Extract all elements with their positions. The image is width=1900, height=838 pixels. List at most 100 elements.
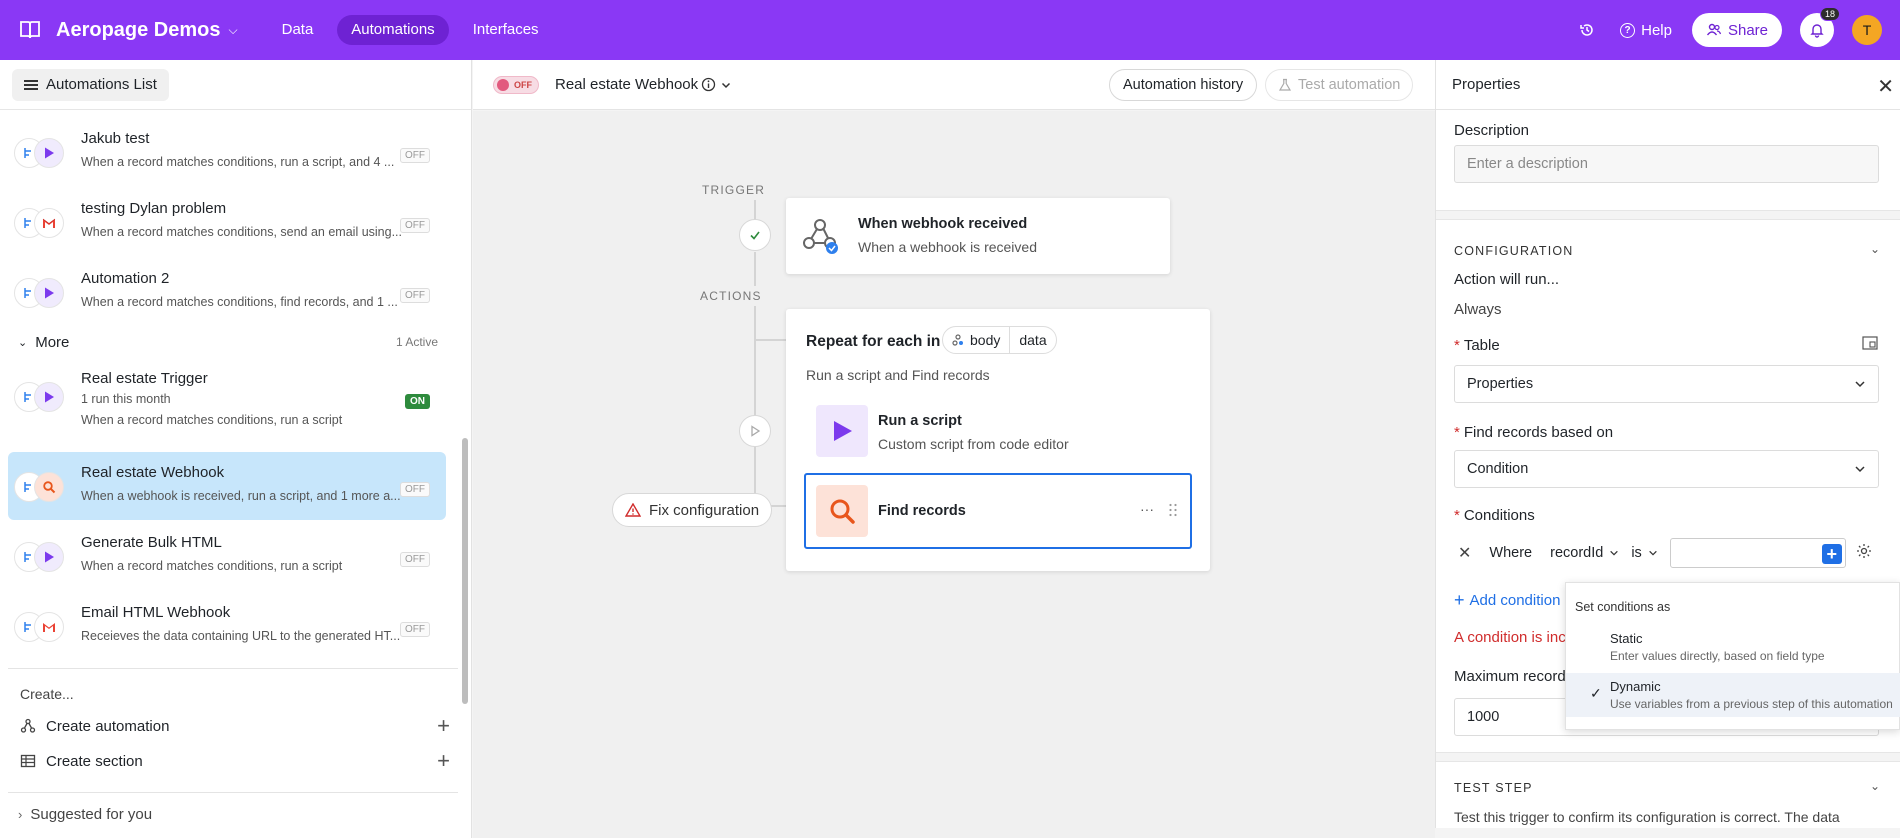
fix-configuration-button[interactable]: Fix configuration <box>612 493 773 527</box>
gear-icon[interactable] <box>1856 543 1872 563</box>
status-badge: OFF <box>400 148 430 163</box>
automation-info-menu[interactable] <box>701 77 732 92</box>
automation-item[interactable]: testing Dylan problem When a record matc… <box>8 188 446 256</box>
nav-interfaces[interactable]: Interfaces <box>459 15 553 45</box>
pill-body-label: body <box>970 332 1001 348</box>
chevron-right-icon: › <box>18 807 23 822</box>
brand[interactable]: Aeropage Demos ⌵ <box>18 18 238 42</box>
automation-toggle[interactable]: OFF <box>493 76 539 94</box>
condition-row: ✕ Where recordId is + <box>1454 536 1884 570</box>
suggested-for-you-toggle[interactable]: › Suggested for you <box>18 806 152 823</box>
automation-title: Email HTML Webhook <box>81 604 231 621</box>
share-button[interactable]: Share <box>1691 13 1782 47</box>
condition-operator-select[interactable]: is <box>1631 545 1657 561</box>
nav-automations[interactable]: Automations <box>337 15 449 45</box>
chevron-down-icon[interactable]: ⌄ <box>1870 779 1880 793</box>
automation-item[interactable]: Real estate Trigger 1 run this month Whe… <box>8 360 446 434</box>
help-button[interactable]: ? Help <box>1620 22 1672 39</box>
warning-icon <box>625 503 641 517</box>
option-static[interactable]: Static Enter values directly, based on f… <box>1566 625 1900 669</box>
expand-table-icon[interactable] <box>1862 336 1878 353</box>
notifications-button[interactable]: 18 <box>1800 7 1840 47</box>
history-icon[interactable] <box>1574 17 1600 43</box>
automation-title[interactable]: Real estate Webhook <box>555 76 698 93</box>
drag-handle-icon[interactable] <box>1168 503 1178 520</box>
create-section-label: Create section <box>46 752 143 770</box>
close-icon[interactable]: ✕ <box>1877 74 1894 99</box>
automation-icons <box>14 278 74 308</box>
sidebar-header: Automations List <box>0 60 471 110</box>
run-step-button[interactable] <box>739 415 771 447</box>
info-icon <box>701 77 716 92</box>
automations-list-label: Automations List <box>46 76 157 93</box>
automation-description: When a record matches conditions, run a … <box>81 155 395 169</box>
create-section-button[interactable]: Create section + <box>20 748 450 773</box>
properties-horizontal-scrollbar[interactable] <box>1435 828 1900 838</box>
divider <box>8 668 458 669</box>
automations-list-button[interactable]: Automations List <box>12 68 169 101</box>
automation-title: Generate Bulk HTML <box>81 534 222 551</box>
automation-history-button[interactable]: Automation history <box>1109 69 1258 101</box>
automation-icons <box>14 208 74 238</box>
users-icon <box>1706 23 1722 36</box>
section-more-toggle[interactable]: ⌄ More 1 Active <box>18 332 438 352</box>
automation-item[interactable]: Generate Bulk HTML When a record matches… <box>8 522 446 590</box>
status-badge: OFF <box>400 288 430 303</box>
trigger-section-label: TRIGGER <box>702 183 766 197</box>
repeat-source-pill[interactable]: body data <box>942 326 1057 354</box>
more-options-icon[interactable]: ··· <box>1140 501 1154 517</box>
trigger-card[interactable]: When webhook received When a webhook is … <box>786 198 1170 274</box>
chevron-down-icon <box>1854 451 1866 489</box>
action-will-run-value: Always <box>1454 301 1502 318</box>
chevron-down-icon <box>1854 366 1866 404</box>
sidebar-scrollbar[interactable] <box>462 438 468 704</box>
plus-icon: + <box>437 748 450 773</box>
webhook-icon <box>800 216 840 259</box>
repeat-card[interactable]: Repeat for each in body data Run a scrip… <box>786 309 1210 571</box>
share-label: Share <box>1727 21 1768 39</box>
condition-field-select[interactable]: recordId <box>1550 545 1619 561</box>
find-records-step[interactable]: Find records ··· <box>804 473 1192 549</box>
automation-icons <box>14 542 74 572</box>
status-badge: OFF <box>400 218 430 233</box>
create-label: Create... <box>20 686 74 702</box>
configuration-section-title: CONFIGURATION <box>1454 244 1574 258</box>
status-badge: OFF <box>400 552 430 567</box>
avatar[interactable]: T <box>1852 15 1882 45</box>
automation-item[interactable]: Email HTML Webhook Receieves the data co… <box>8 592 446 660</box>
chevron-down-icon <box>721 82 731 88</box>
option-description: Enter values directly, based on field ty… <box>1610 649 1825 663</box>
section-active-count: 1 Active <box>395 335 438 349</box>
properties-title: Properties <box>1452 76 1521 93</box>
conditions-label: * Conditions <box>1454 507 1535 524</box>
nav-data[interactable]: Data <box>268 15 328 45</box>
chevron-down-icon: ⌵ <box>228 22 238 37</box>
test-automation-button[interactable]: Test automation <box>1265 69 1414 101</box>
add-condition-button[interactable]: + Add condition <box>1454 590 1560 611</box>
section-divider <box>1436 210 1900 220</box>
automation-item[interactable]: Automation 2 When a record matches condi… <box>8 258 446 326</box>
automation-item-selected[interactable]: Real estate Webhook When a webhook is re… <box>8 452 446 520</box>
option-dynamic[interactable]: ✓ Dynamic Use variables from a previous … <box>1566 673 1900 717</box>
play-outline-icon <box>751 425 761 437</box>
condition-value-input[interactable]: + <box>1669 538 1846 568</box>
insert-variable-button[interactable]: + <box>1821 544 1842 564</box>
connector-line <box>754 200 756 220</box>
chevron-down-icon[interactable]: ⌄ <box>1870 242 1880 256</box>
status-badge: OFF <box>400 482 430 497</box>
description-input[interactable]: Enter a description <box>1454 145 1879 183</box>
automation-description: When a record matches conditions, run a … <box>81 413 343 427</box>
table-select[interactable]: Properties <box>1454 365 1879 403</box>
create-automation-button[interactable]: Create automation + <box>20 713 450 738</box>
find-records-based-select[interactable]: Condition <box>1454 450 1879 488</box>
action-will-run-label: Action will run... <box>1454 271 1560 288</box>
status-badge: ON <box>405 394 430 409</box>
automation-item[interactable]: Jakub test When a record matches conditi… <box>8 118 446 186</box>
dropdown-header: Set conditions as <box>1575 600 1671 614</box>
option-title: Static <box>1610 631 1643 646</box>
remove-condition-icon[interactable]: ✕ <box>1458 543 1471 563</box>
status-badge: OFF <box>400 622 430 637</box>
test-step-description: Test this trigger to confirm its configu… <box>1454 809 1840 825</box>
automations-sidebar: Automations List Jakub test When a recor… <box>0 60 472 838</box>
toggle-knob <box>497 79 509 91</box>
